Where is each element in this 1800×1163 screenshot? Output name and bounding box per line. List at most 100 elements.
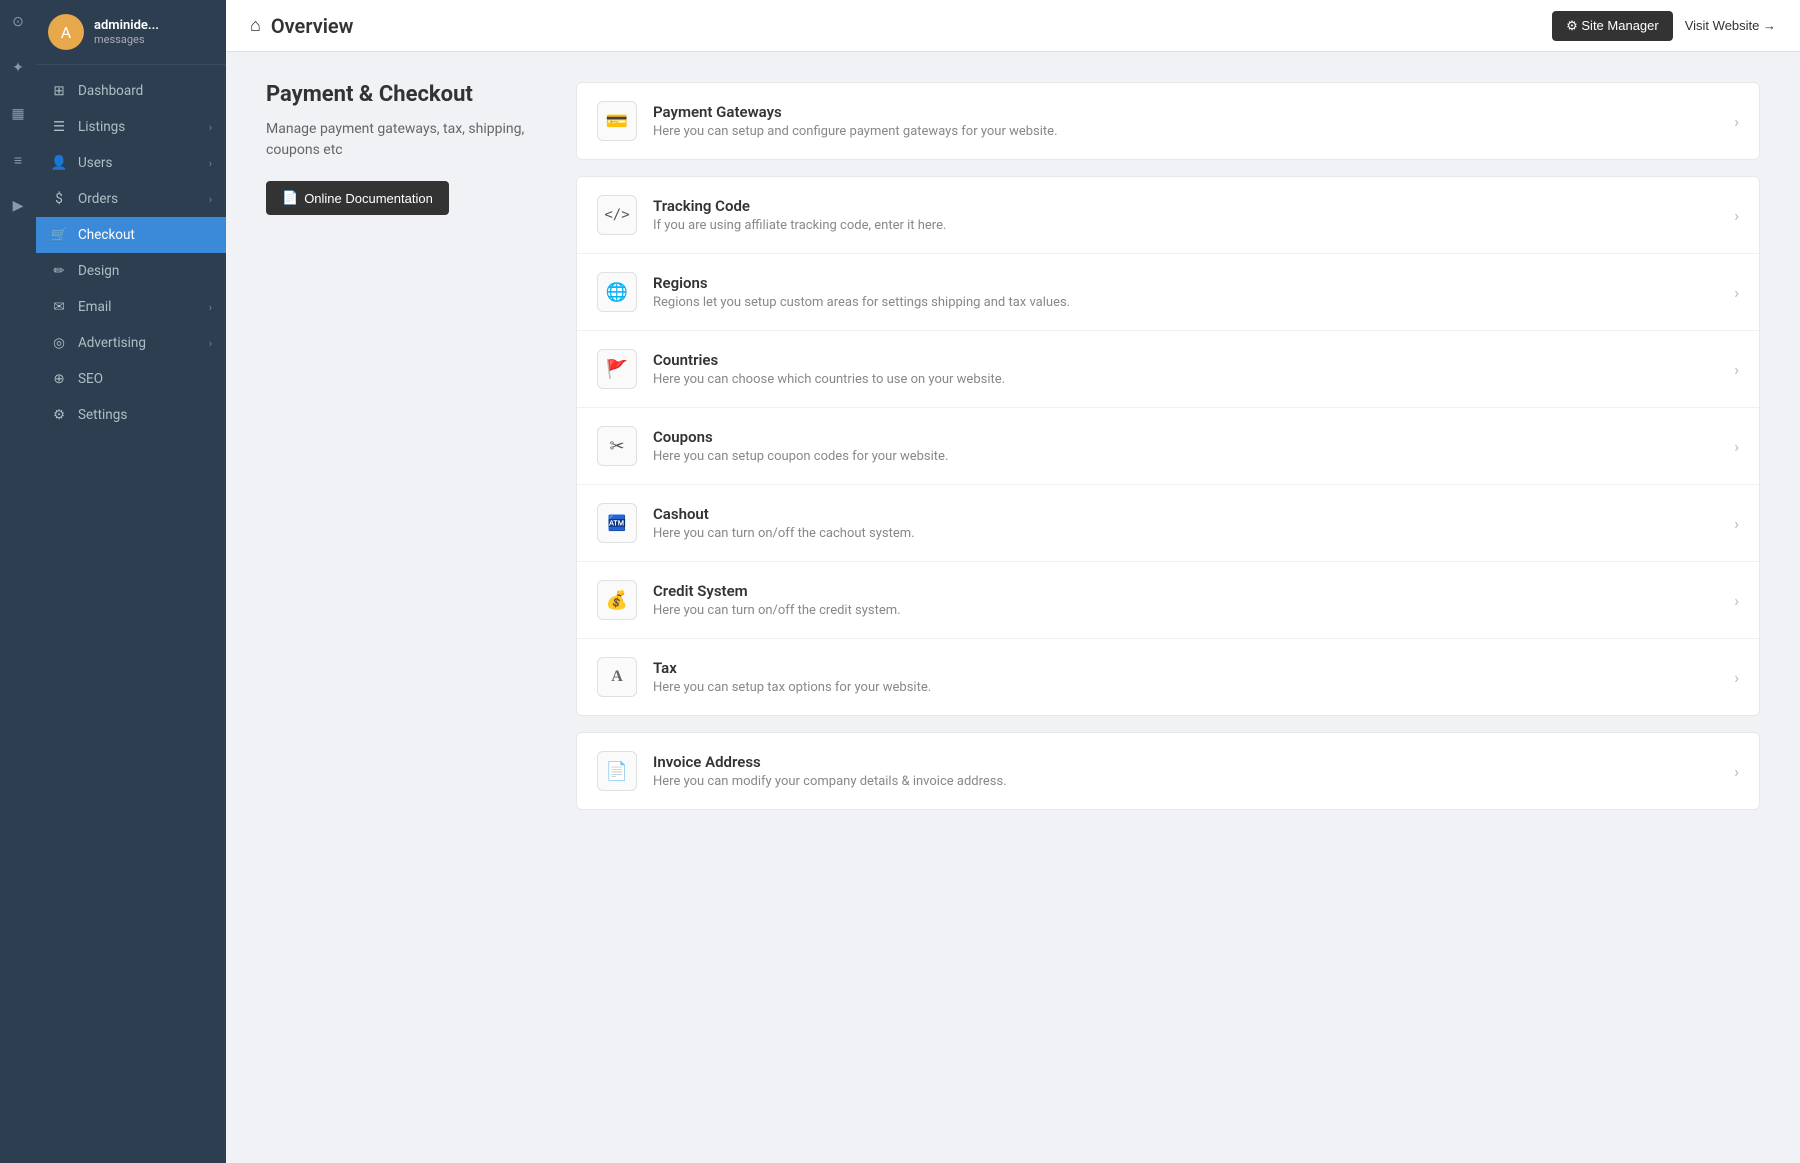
section-description: Manage payment gateways, tax, shipping, … <box>266 119 546 161</box>
topbar: ⌂ Overview ⚙ Site Manager Visit Website … <box>226 0 1800 52</box>
icon-bar-item-4[interactable]: ≡ <box>4 146 32 174</box>
card-group-2: </> Tracking Code If you are using affil… <box>576 176 1760 716</box>
avatar: A <box>48 14 84 50</box>
sidebar-header: A adminide... messages <box>36 0 226 65</box>
sidebar-item-listings[interactable]: ☰ Listings › <box>36 109 226 145</box>
card-item-text: Countries Here you can choose which coun… <box>653 351 1718 387</box>
docs-icon: 📄 <box>282 190 298 206</box>
card-item-text: Payment Gateways Here you can setup and … <box>653 103 1718 139</box>
credit-system-icon: 💰 <box>597 580 637 620</box>
chevron-right-icon: › <box>1734 668 1739 687</box>
topbar-right: ⚙ Site Manager Visit Website → <box>1552 11 1776 41</box>
card-item-tracking-code[interactable]: </> Tracking Code If you are using affil… <box>577 177 1759 254</box>
sidebar-user-info: adminide... messages <box>94 18 159 46</box>
payment-gateways-icon: 💳 <box>597 101 637 141</box>
page-title: Overview <box>271 14 354 38</box>
card-item-regions[interactable]: 🌐 Regions Regions let you setup custom a… <box>577 254 1759 331</box>
sidebar-item-email[interactable]: ✉ Email › <box>36 289 226 325</box>
topbar-left: ⌂ Overview <box>250 14 353 38</box>
card-item-text: Invoice Address Here you can modify your… <box>653 753 1718 789</box>
chevron-right-icon: › <box>1734 206 1739 225</box>
sidebar-item-label: Advertising <box>78 335 146 351</box>
invoice-address-icon: 📄 <box>597 751 637 791</box>
chevron-right-icon: › <box>1734 762 1739 781</box>
online-documentation-button[interactable]: 📄 Online Documentation <box>266 181 449 215</box>
sidebar-item-orders[interactable]: $ Orders › <box>36 181 226 217</box>
sidebar-nav: ⊞ Dashboard ☰ Listings › 👤 Users › $ Ord… <box>36 65 226 1163</box>
icon-bar-item-5[interactable]: ▶ <box>4 192 32 220</box>
tax-icon: A <box>597 657 637 697</box>
card-item-title: Cashout <box>653 505 1718 523</box>
card-item-title: Regions <box>653 274 1718 292</box>
card-item-desc: Here you can turn on/off the credit syst… <box>653 603 1718 618</box>
icon-bar-item-1[interactable]: ⊙ <box>4 8 32 36</box>
chevron-icon: › <box>209 301 212 314</box>
card-item-desc: Here you can choose which countries to u… <box>653 372 1718 387</box>
tracking-code-icon: </> <box>597 195 637 235</box>
dashboard-icon: ⊞ <box>50 83 68 99</box>
sidebar-item-users[interactable]: 👤 Users › <box>36 145 226 181</box>
sidebar-username: adminide... <box>94 18 159 33</box>
docs-label: Online Documentation <box>304 191 433 206</box>
sidebar-item-advertising[interactable]: ◎ Advertising › <box>36 325 226 361</box>
sidebar-item-label: Settings <box>78 407 127 423</box>
card-item-tax[interactable]: A Tax Here you can setup tax options for… <box>577 639 1759 715</box>
sidebar-item-label: Users <box>78 155 112 171</box>
card-group-1: 💳 Payment Gateways Here you can setup an… <box>576 82 1760 160</box>
card-item-text: Regions Regions let you setup custom are… <box>653 274 1718 310</box>
card-item-countries[interactable]: 🚩 Countries Here you can choose which co… <box>577 331 1759 408</box>
chevron-right-icon: › <box>1734 591 1739 610</box>
chevron-right-icon: › <box>1734 112 1739 131</box>
card-item-payment-gateways[interactable]: 💳 Payment Gateways Here you can setup an… <box>577 83 1759 159</box>
card-item-text: Cashout Here you can turn on/off the cac… <box>653 505 1718 541</box>
regions-icon: 🌐 <box>597 272 637 312</box>
chevron-icon: › <box>209 121 212 134</box>
card-item-title: Tax <box>653 659 1718 677</box>
email-icon: ✉ <box>50 299 68 315</box>
seo-icon: ⊕ <box>50 371 68 387</box>
card-item-coupons[interactable]: ✂ Coupons Here you can setup coupon code… <box>577 408 1759 485</box>
card-item-title: Coupons <box>653 428 1718 446</box>
site-manager-button[interactable]: ⚙ Site Manager <box>1552 11 1673 41</box>
chevron-icon: › <box>209 157 212 170</box>
sidebar-item-label: Design <box>78 263 119 279</box>
sidebar-item-checkout[interactable]: 🛒 Checkout <box>36 217 226 253</box>
chevron-right-icon: › <box>1734 283 1739 302</box>
settings-icon: ⚙ <box>50 407 68 423</box>
cashout-icon: 🏧 <box>597 503 637 543</box>
card-item-cashout[interactable]: 🏧 Cashout Here you can turn on/off the c… <box>577 485 1759 562</box>
checkout-icon: 🛒 <box>50 227 68 243</box>
countries-icon: 🚩 <box>597 349 637 389</box>
visit-website-button[interactable]: Visit Website → <box>1685 18 1776 33</box>
design-icon: ✏ <box>50 263 68 279</box>
card-item-desc: Here you can setup and configure payment… <box>653 124 1718 139</box>
card-item-text: Coupons Here you can setup coupon codes … <box>653 428 1718 464</box>
card-item-desc: Here you can turn on/off the cachout sys… <box>653 526 1718 541</box>
card-item-title: Countries <box>653 351 1718 369</box>
sidebar: A adminide... messages ⊞ Dashboard ☰ Lis… <box>36 0 226 1163</box>
card-item-desc: Here you can modify your company details… <box>653 774 1718 789</box>
card-item-title: Invoice Address <box>653 753 1718 771</box>
chevron-icon: › <box>209 193 212 206</box>
main-area: ⌂ Overview ⚙ Site Manager Visit Website … <box>226 0 1800 1163</box>
icon-bar-item-3[interactable]: ▦ <box>4 100 32 128</box>
sidebar-item-label: Orders <box>78 191 118 207</box>
card-group-3: 📄 Invoice Address Here you can modify yo… <box>576 732 1760 810</box>
sidebar-item-design[interactable]: ✏ Design <box>36 253 226 289</box>
sidebar-item-dashboard[interactable]: ⊞ Dashboard <box>36 73 226 109</box>
content: Payment & Checkout Manage payment gatewa… <box>226 52 1800 1163</box>
sidebar-item-settings[interactable]: ⚙ Settings <box>36 397 226 433</box>
home-icon: ⌂ <box>250 15 261 36</box>
sidebar-item-seo[interactable]: ⊕ SEO <box>36 361 226 397</box>
card-item-title: Tracking Code <box>653 197 1718 215</box>
icon-bar-item-2[interactable]: ✦ <box>4 54 32 82</box>
chevron-right-icon: › <box>1734 514 1739 533</box>
users-icon: 👤 <box>50 155 68 171</box>
card-item-credit-system[interactable]: 💰 Credit System Here you can turn on/off… <box>577 562 1759 639</box>
chevron-right-icon: › <box>1734 437 1739 456</box>
sidebar-item-label: SEO <box>78 371 103 387</box>
sidebar-item-label: Dashboard <box>78 83 143 99</box>
card-item-invoice-address[interactable]: 📄 Invoice Address Here you can modify yo… <box>577 733 1759 809</box>
sidebar-item-label: Checkout <box>78 227 135 243</box>
section-heading: Payment & Checkout <box>266 82 546 107</box>
